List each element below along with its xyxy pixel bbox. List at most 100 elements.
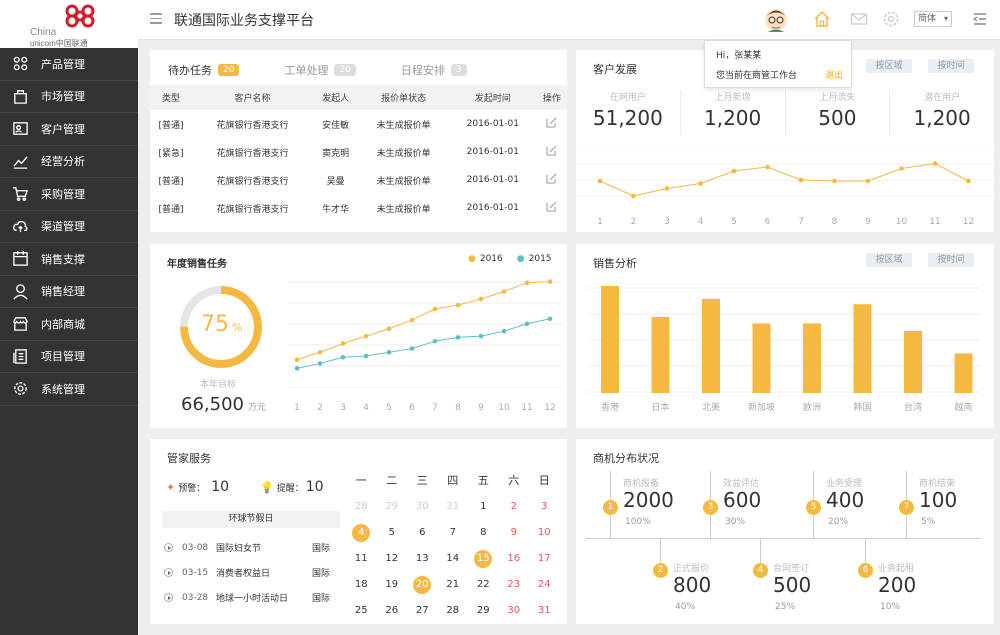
calendar-day[interactable]: 31	[438, 495, 469, 519]
holiday-item[interactable]: 03-15 消费者权益日 国际	[162, 560, 340, 585]
edit-icon[interactable]	[546, 117, 557, 128]
sales-by-time-button[interactable]: 按时间	[928, 253, 974, 267]
holiday-item[interactable]: 03-08 国际妇女节 国际	[162, 535, 340, 560]
calendar-day[interactable]: 24	[529, 573, 560, 597]
calendar-day[interactable]: 17	[529, 547, 560, 571]
sales-by-region-button[interactable]: 按区域	[866, 253, 912, 267]
sidebar-item-0[interactable]: 产品管理	[0, 48, 138, 81]
edit-icon[interactable]	[546, 145, 557, 156]
calendar-day[interactable]: 26	[377, 599, 408, 623]
calendar-day[interactable]: 16	[499, 547, 530, 571]
collapse-menu-icon[interactable]	[971, 10, 989, 28]
opportunity-title: 商机分布状况	[593, 452, 659, 465]
menu-icon[interactable]	[150, 13, 162, 25]
calendar-day[interactable]: 30	[407, 495, 438, 519]
sidebar-item-label: 系统管理	[41, 382, 85, 396]
stat-label: 在网用户	[609, 93, 646, 103]
data-point	[363, 333, 369, 339]
table-row[interactable]: [普通] 花旗银行香港支行 牛才华 未生成报价单 2016-01-01	[150, 194, 567, 222]
data-point	[899, 166, 904, 171]
sidebar-item-7[interactable]: 销售经理	[0, 276, 138, 308]
tab-1[interactable]: 工单处理 20	[284, 62, 356, 78]
tab-0[interactable]: 待办任务 20	[168, 62, 240, 78]
column-header: 报价单状态	[358, 85, 449, 110]
calendar-day[interactable]: 13	[407, 547, 438, 571]
table-cell: 花旗银行香港支行	[216, 148, 289, 159]
sidebar-item-10[interactable]: 系统管理	[0, 373, 138, 406]
settings-icon[interactable]	[882, 10, 900, 28]
calendar-day[interactable]: 21	[438, 573, 469, 597]
calendar-day[interactable]: 8	[468, 521, 499, 545]
by-time-button[interactable]: 按时间	[928, 59, 974, 73]
logout-link[interactable]: 退出	[825, 68, 843, 81]
calendar-day[interactable]: 19	[377, 573, 408, 597]
calendar-day[interactable]: 12	[377, 547, 408, 571]
tab-2[interactable]: 日程安排 3	[401, 62, 467, 78]
table-row[interactable]: [普通] 花旗银行香港支行 吴曼 未生成报价单 2016-01-01	[150, 166, 567, 194]
table-row[interactable]: [紧急] 花旗银行香港支行 窦克明 未生成报价单 2016-01-01	[150, 138, 567, 166]
calendar-day[interactable]: 23	[499, 573, 530, 597]
progress-value: 75	[201, 312, 229, 337]
day-number: 5	[388, 527, 395, 538]
sidebar-item-6[interactable]: 销售支撑	[0, 243, 138, 276]
mail-icon[interactable]	[850, 10, 868, 28]
calendar-day[interactable]: 22	[468, 573, 499, 597]
stat-value: 1,200	[913, 106, 971, 130]
column-header: 操作	[536, 85, 567, 110]
calendar-day[interactable]: 15	[468, 547, 499, 571]
sidebar-item-label: 采购管理	[41, 187, 85, 201]
sidebar-item-4[interactable]: 采购管理	[0, 178, 138, 211]
calendar-day[interactable]: 29	[377, 495, 408, 519]
home-icon[interactable]	[813, 10, 831, 28]
calendar-day[interactable]: 31	[529, 599, 560, 623]
calendar-day[interactable]: 30	[499, 599, 530, 623]
calendar-day[interactable]: 7	[438, 521, 469, 545]
sidebar-item-5[interactable]: 渠道管理	[0, 211, 138, 243]
x-tick-label: 12	[963, 217, 974, 227]
calendar-day[interactable]: 20	[407, 573, 438, 597]
table-cell: 未生成报价单	[376, 176, 431, 187]
unicom-logo[interactable]: China unicom中国联通	[0, 0, 138, 48]
calendar-day[interactable]: 10	[529, 521, 560, 545]
calendar-day[interactable]: 11	[346, 547, 377, 571]
sidebar-item-9[interactable]: 项目管理	[0, 341, 138, 373]
language-select[interactable]: 简体 ▾	[914, 11, 952, 27]
calendar-day[interactable]: 3	[529, 495, 560, 519]
calendar-day[interactable]: 4	[346, 521, 377, 545]
edit-icon[interactable]	[546, 201, 557, 212]
x-tick-label: 7	[798, 217, 804, 227]
data-point	[865, 178, 871, 184]
weekday-label: 二	[386, 474, 398, 487]
holiday-item[interactable]: 03-28 地球一小时活动日 国际	[162, 585, 340, 610]
calendar-day[interactable]: 9	[499, 521, 530, 545]
calendar-day[interactable]: 27	[407, 599, 438, 623]
calendar-day[interactable]: 1	[468, 495, 499, 519]
by-region-button[interactable]: 按区域	[866, 59, 912, 73]
calendar-day[interactable]: 14	[438, 547, 469, 571]
calendar-day[interactable]: 2	[499, 495, 530, 519]
x-tick-label: 2	[631, 217, 637, 227]
avatar[interactable]	[763, 6, 789, 32]
data-point	[363, 353, 369, 359]
x-tick-label: 台湾	[904, 401, 922, 413]
stage-number: 7	[899, 500, 914, 515]
table-cell: 未生成报价单	[376, 148, 431, 159]
calendar-day[interactable]: 28	[346, 495, 377, 519]
sidebar-item-8[interactable]: 内部商城	[0, 308, 138, 341]
reminder-label: 提醒：	[276, 483, 304, 494]
sidebar-item-3[interactable]: 经营分析	[0, 146, 138, 178]
table-row[interactable]: [普通] 花旗银行香港支行 安佳敏 未生成报价单 2016-01-01	[150, 110, 567, 138]
calendar-day[interactable]: 5	[377, 521, 408, 545]
calendar-day[interactable]: 28	[438, 599, 469, 623]
calendar-day[interactable]: 29	[468, 599, 499, 623]
calendar-day[interactable]: 6	[407, 521, 438, 545]
x-tick-label: 欧洲	[803, 401, 821, 413]
x-tick-label: 2	[317, 403, 323, 413]
sidebar-item-2[interactable]: 客户管理	[0, 113, 138, 146]
edit-icon[interactable]	[546, 173, 557, 184]
user-greeting: Hi，张某某	[716, 51, 762, 61]
calendar-day[interactable]: 25	[346, 599, 377, 623]
sidebar-item-1[interactable]: 市场管理	[0, 81, 138, 113]
data-point	[478, 296, 484, 302]
calendar-day[interactable]: 18	[346, 573, 377, 597]
